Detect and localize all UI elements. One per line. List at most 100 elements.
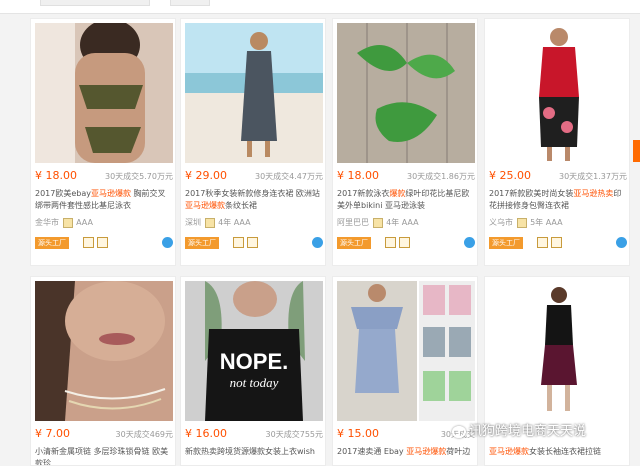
seller-info[interactable]: 义乌市 5年 AAA (489, 217, 627, 231)
product-image[interactable] (337, 281, 475, 421)
guarantee-icon[interactable] (399, 237, 410, 248)
side-tab[interactable] (633, 140, 640, 162)
product-title[interactable]: 亚马逊爆款女装长袖连衣裙拉链 (489, 446, 627, 465)
factory-tag[interactable]: 源头工厂 (337, 237, 371, 249)
sales-volume: 30天成交4.47万元 (255, 172, 323, 181)
product-image[interactable] (185, 23, 323, 163)
seller-info[interactable]: 阿里巴巴 4年 AAA (337, 217, 475, 231)
shield-icon[interactable] (385, 237, 396, 248)
product-image[interactable] (489, 281, 627, 421)
product-title[interactable]: 2017速卖通 Ebay 亚马逊爆款荷叶边 (337, 446, 475, 465)
seller-rating: 5年 AAA (530, 218, 563, 227)
seller-location: 义乌市 (489, 218, 513, 227)
tee-print-main: NOPE. (220, 349, 288, 374)
price-row: ¥ 29.00 30天成交4.47万元 (185, 169, 323, 185)
product-card[interactable]: ¥ 18.00 30天成交5.70万元 2017欧美ebay亚马逊爆款 胸前交叉… (30, 18, 176, 266)
badge-row: 源头工厂 (489, 237, 627, 251)
sales-volume: 30天成交469元 (115, 430, 173, 439)
product-title[interactable]: 小清新金属项链 多层珍珠锁骨链 欧美款珍 (35, 446, 173, 465)
seller-location: 金华市 (35, 218, 59, 227)
title-highlight: 亚马逊爆款 (406, 447, 447, 456)
title-text: 小清新金属项链 多层 (35, 447, 110, 456)
product-image[interactable] (489, 23, 627, 163)
price: ¥ 7.00 (35, 427, 70, 440)
factory-tag[interactable]: 源头工厂 (489, 237, 523, 249)
shield-icon[interactable] (537, 237, 548, 248)
seller-rating: 4年 AAA (218, 218, 251, 227)
top-toolbar (0, 0, 640, 14)
watermark-text: 讯狗跨境电商天天说 (469, 424, 587, 439)
guarantee-icon[interactable] (97, 237, 108, 248)
title-text: 女装长袖连衣裙拉链 (529, 447, 601, 456)
product-image[interactable] (35, 23, 173, 163)
wechat-icon (452, 425, 466, 438)
sales-volume: 30天成交1.86万元 (407, 172, 475, 181)
title-highlight: 亚马逊热卖 (573, 189, 614, 198)
price: ¥ 16.00 (185, 427, 227, 440)
title-highlight: 亚马逊爆款 (489, 447, 529, 456)
product-title[interactable]: 2017秋季女装新款修身连衣裙 欧洲站 亚马逊爆款条纹长裙 (185, 188, 323, 218)
crown-icon (204, 217, 215, 228)
sales-volume: 30天成交5.70万元 (105, 172, 173, 181)
title-text: 2017新款欧美时尚女装 (489, 189, 574, 198)
crown-icon (516, 217, 527, 228)
price: ¥ 25.00 (489, 169, 531, 182)
chat-icon[interactable] (616, 237, 627, 248)
seller-rating: AAA (76, 218, 93, 227)
seller-info[interactable]: 金华市 AAA (35, 217, 173, 231)
title-highlight: 亚马逊爆款 (185, 201, 225, 210)
toolbar-segment[interactable] (40, 0, 150, 6)
price-row: ¥ 18.00 30天成交5.70万元 (35, 169, 173, 185)
title-highlight: 亚马逊爆款 (91, 189, 131, 198)
sales-volume: 30天成交755元 (265, 430, 323, 439)
title-text: 2017速卖通 Ebay (337, 447, 407, 456)
price: ¥ 18.00 (337, 169, 379, 182)
price: ¥ 15.00 (337, 427, 379, 440)
product-title[interactable]: 新款热卖跨境货源爆款女装上衣wish (185, 446, 323, 465)
shield-icon[interactable] (233, 237, 244, 248)
product-title[interactable]: 2017新款欧美时尚女装亚马逊热卖印花拼接修身包臀连衣裙 (489, 188, 627, 218)
sales-volume: 30天成交1.37万元 (559, 172, 627, 181)
product-card[interactable]: ¥ 18.00 30天成交1.86万元 2017新款泳衣爆款绿叶印花比基尼欧美外… (332, 18, 478, 266)
toolbar-segment[interactable] (170, 0, 210, 6)
product-image[interactable]: NOPE. not today (185, 281, 323, 421)
product-card[interactable]: NOPE. not today ¥ 16.00 30天成交755元 新款热卖跨境… (180, 276, 326, 466)
factory-tag[interactable]: 源头工厂 (35, 237, 69, 249)
watermark: 讯狗跨境电商天天说 (452, 420, 586, 442)
title-highlight: 爆款 (389, 189, 406, 198)
tee-print-sub: not today (230, 375, 279, 390)
seller-rating: 4年 AAA (386, 218, 419, 227)
title-text: 2017欧美ebay (35, 189, 91, 198)
badge-row: 源头工厂 (185, 237, 323, 251)
product-image[interactable] (337, 23, 475, 163)
title-text: 2017新款泳衣 (337, 189, 390, 198)
seller-location: 深圳 (185, 218, 201, 227)
title-text: 新款热卖跨境货源爆款女装上衣wish (185, 447, 316, 456)
product-card[interactable]: ¥ 29.00 30天成交4.47万元 2017秋季女装新款修身连衣裙 欧洲站 … (180, 18, 326, 266)
title-text: 荷叶边 (446, 447, 471, 456)
badge-row: 源头工厂 (35, 237, 173, 251)
price-row: ¥ 18.00 30天成交1.86万元 (337, 169, 475, 185)
badge-row: 源头工厂 (337, 237, 475, 251)
factory-tag[interactable]: 源头工厂 (185, 237, 219, 249)
product-card[interactable]: ¥ 7.00 30天成交469元 小清新金属项链 多层珍珠锁骨链 欧美款珍 (30, 276, 176, 466)
product-card[interactable]: ¥ 25.00 30天成交1.37万元 2017新款欧美时尚女装亚马逊热卖印花拼… (484, 18, 630, 266)
chat-icon[interactable] (162, 237, 173, 248)
chat-icon[interactable] (312, 237, 323, 248)
shield-icon[interactable] (83, 237, 94, 248)
price: ¥ 18.00 (35, 169, 77, 182)
price: ¥ 29.00 (185, 169, 227, 182)
product-image[interactable] (35, 281, 173, 421)
product-title[interactable]: 2017欧美ebay亚马逊爆款 胸前交叉绑带两件套性感比基尼泳衣 (35, 188, 173, 218)
title-text: 条纹长裙 (225, 201, 257, 210)
guarantee-icon[interactable] (247, 237, 258, 248)
title-text: 2017秋季女装新款修身连衣裙 欧洲站 (185, 189, 320, 198)
product-title[interactable]: 2017新款泳衣爆款绿叶印花比基尼欧美外单bikini 亚马逊泳装 (337, 188, 475, 218)
seller-info[interactable]: 深圳 4年 AAA (185, 217, 323, 231)
price-row: ¥ 7.00 30天成交469元 (35, 427, 173, 443)
guarantee-icon[interactable] (551, 237, 562, 248)
seller-location: 阿里巴巴 (337, 218, 369, 227)
crown-icon (372, 217, 383, 228)
price-row: ¥ 25.00 30天成交1.37万元 (489, 169, 627, 185)
chat-icon[interactable] (464, 237, 475, 248)
